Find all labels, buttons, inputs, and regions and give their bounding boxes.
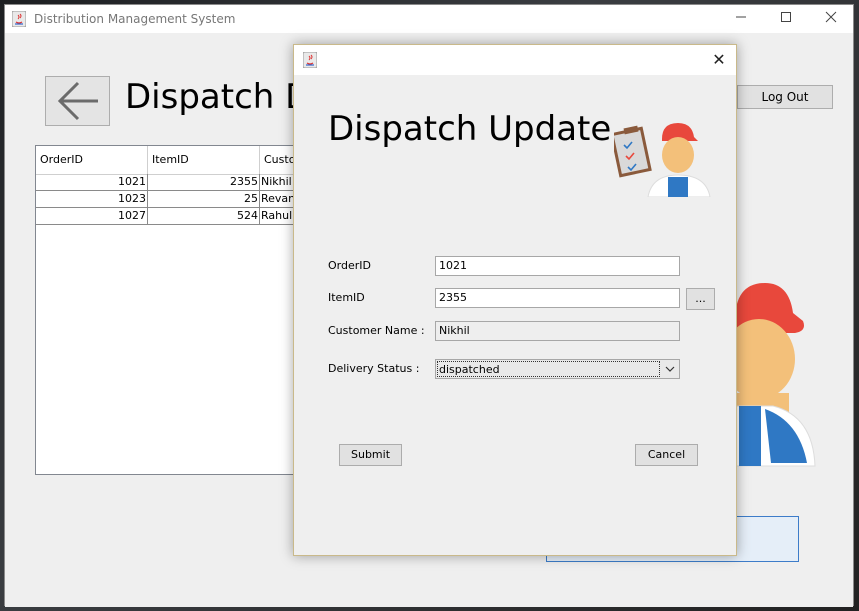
table-row[interactable]: 1021 2355 Nikhil (36, 174, 296, 191)
window-title: Distribution Management System (34, 12, 236, 26)
itemid-label: ItemID (328, 291, 365, 304)
dialog-close-button[interactable]: ✕ (708, 49, 730, 71)
minimize-icon (736, 16, 746, 18)
delivery-status-select[interactable]: dispatched (435, 359, 680, 379)
cell-itemid: 25 (148, 191, 260, 207)
customer-name-label: Customer Name : (328, 324, 425, 337)
page-title: Dispatch D (125, 77, 312, 117)
java-app-icon (303, 52, 317, 68)
browse-item-button[interactable]: ... (686, 288, 715, 310)
submit-button[interactable]: Submit (339, 444, 402, 466)
minimize-button[interactable] (718, 5, 764, 33)
logout-button[interactable]: Log Out (737, 85, 833, 109)
delivery-status-label: Delivery Status : (328, 362, 420, 375)
cell-itemid: 524 (148, 208, 260, 224)
column-header-itemid[interactable]: ItemID (148, 146, 260, 174)
delivery-worker-illustration (725, 283, 816, 467)
maximize-icon (781, 12, 791, 22)
back-button[interactable] (45, 76, 110, 126)
cell-orderid: 1027 (36, 208, 148, 224)
cancel-button[interactable]: Cancel (635, 444, 698, 466)
main-titlebar: Distribution Management System (5, 5, 853, 33)
orders-table: OrderID ItemID Custo 1021 2355 Nikhil 10… (35, 145, 300, 475)
maximize-button[interactable] (763, 5, 809, 33)
customer-name-field: Nikhil (435, 321, 680, 341)
close-icon: ✕ (712, 50, 726, 69)
arrow-left-icon (57, 81, 98, 121)
chevron-down-icon (665, 366, 675, 372)
close-icon (825, 11, 837, 23)
table-row[interactable]: 1023 25 Revann (36, 191, 300, 208)
orderid-field[interactable]: 1021 (435, 256, 680, 276)
clipboard-worker-icon (614, 123, 711, 197)
cell-itemid: 2355 (148, 174, 260, 190)
cell-orderid: 1023 (36, 191, 148, 207)
table-header: OrderID ItemID Custo (36, 146, 296, 175)
itemid-field[interactable]: 2355 (435, 288, 680, 308)
dialog-titlebar: ✕ (294, 45, 736, 75)
delivery-status-value: dispatched (437, 361, 660, 377)
orderid-label: OrderID (328, 259, 371, 272)
dispatch-update-dialog: ✕ Dispatch Update OrderID 1021 ItemID 23… (293, 44, 737, 556)
cell-orderid: 1021 (36, 174, 148, 190)
java-app-icon (12, 11, 26, 27)
column-header-orderid[interactable]: OrderID (36, 146, 148, 174)
close-button[interactable] (808, 5, 854, 33)
dialog-heading: Dispatch Update (328, 109, 612, 149)
table-row[interactable]: 1027 524 Rahul (36, 208, 296, 225)
